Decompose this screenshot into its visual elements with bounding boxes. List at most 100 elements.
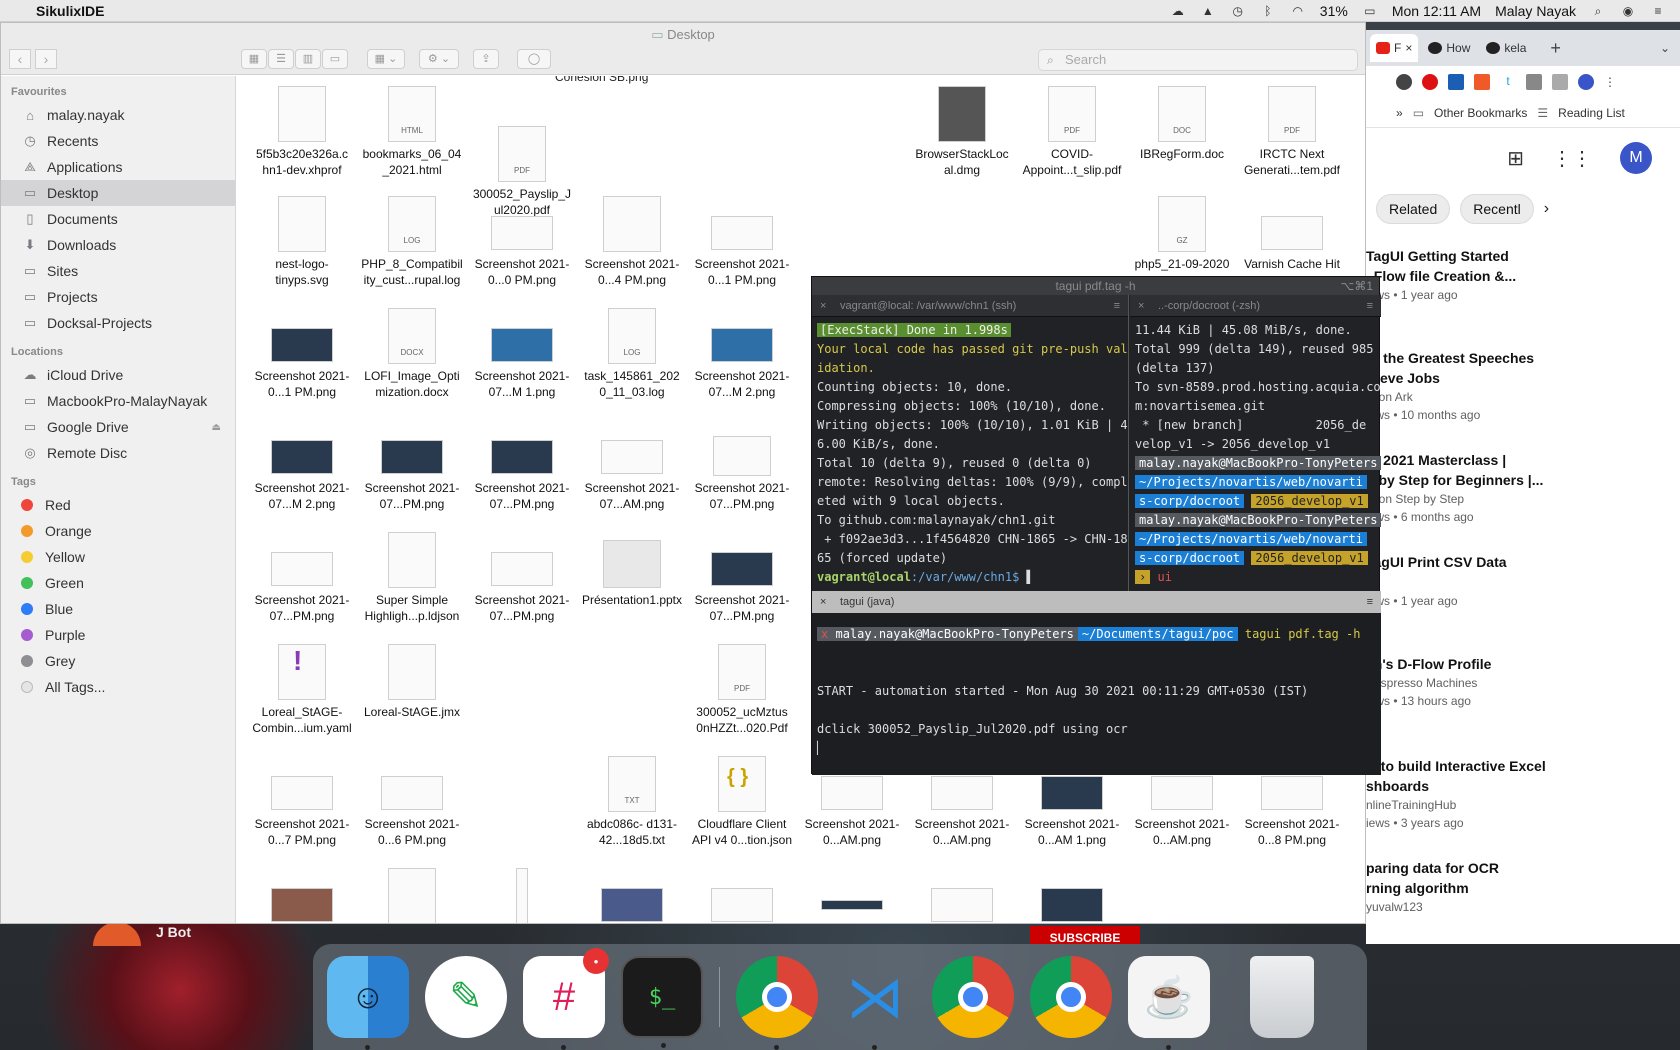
- timer-icon[interactable]: ◷: [1230, 4, 1246, 18]
- file-item[interactable]: GZ php5_21-09-2020: [1127, 196, 1237, 272]
- sidebar-item-docksal-projects[interactable]: ▭ Docksal-Projects: [1, 310, 235, 336]
- file-item[interactable]: DOC IBRegForm.doc: [1127, 86, 1237, 162]
- file-item[interactable]: BrowserStackLoc al.dmg: [907, 86, 1017, 178]
- sidebar-item-icloud[interactable]: ☁ iCloud Drive: [1, 362, 235, 388]
- profile-icon[interactable]: [1578, 74, 1594, 90]
- file-item[interactable]: [577, 868, 687, 923]
- sidebar-item-documents[interactable]: ▯ Documents: [1, 206, 235, 232]
- file-item[interactable]: 5f5b3c20e326a.c hn1-dev.xhprof: [247, 86, 357, 178]
- chip-recent[interactable]: Recentl: [1460, 194, 1534, 224]
- sidebar-tag-yellow[interactable]: Yellow: [1, 544, 235, 570]
- menu-icon[interactable]: ⋮: [1604, 75, 1616, 89]
- queue-icon[interactable]: [1552, 74, 1568, 90]
- file-item[interactable]: HTML bookmarks_06_04 _2021.html: [357, 86, 467, 178]
- action-gear-button[interactable]: ⚙ ⌄: [419, 49, 459, 69]
- sidebar-item-sites[interactable]: ▭ Sites: [1, 258, 235, 284]
- chrome-app-icon[interactable]: [736, 956, 818, 1050]
- file-item[interactable]: [1017, 868, 1127, 923]
- file-item[interactable]: Super Simple Highligh...p.ldjson: [357, 532, 467, 624]
- tab-github-2[interactable]: kela: [1480, 34, 1532, 62]
- forward-button[interactable]: ›: [35, 49, 57, 69]
- file-item[interactable]: Screenshot 2021-07...AM.png: [577, 420, 687, 512]
- file-item[interactable]: Screenshot 2021-07...M 2.png: [247, 420, 357, 512]
- share-button[interactable]: ⇪: [473, 49, 499, 69]
- close-icon[interactable]: ×: [820, 591, 826, 613]
- play-icon[interactable]: [1422, 74, 1438, 90]
- re-icon[interactable]: [1448, 74, 1464, 90]
- file-item[interactable]: PDF IRCTC Next Generati...tem.pdf: [1237, 86, 1347, 178]
- list-item[interactable]: TagUI Print CSV Data iews • 1 year ago: [1366, 552, 1680, 654]
- file-item[interactable]: nest-logo- tinyps.svg: [247, 196, 357, 288]
- drive-icon[interactable]: ▲: [1200, 4, 1216, 18]
- file-item[interactable]: Screenshot 2021-07...PM.png: [687, 532, 797, 624]
- other-bookmarks[interactable]: Other Bookmarks: [1434, 106, 1527, 120]
- sidebar-tag-purple[interactable]: Purple: [1, 622, 235, 648]
- icon-view-button[interactable]: ▦: [241, 49, 267, 69]
- vscode-app-icon[interactable]: ⋊: [834, 956, 916, 1050]
- siri-icon[interactable]: ◉: [1620, 4, 1636, 18]
- file-item[interactable]: [467, 868, 577, 923]
- file-item[interactable]: Screenshot 2021-0...6 PM.png: [357, 756, 467, 848]
- terminal-pane-right[interactable]: × ..-corp/docroot (-zsh) ≡ 11.44 KiB | 45.…: [1130, 295, 1381, 591]
- file-item[interactable]: Screenshot 2021-0...4 PM.png: [577, 196, 687, 288]
- bluetooth-icon[interactable]: ᛒ: [1260, 4, 1276, 18]
- chevron-right-icon[interactable]: ›: [1544, 200, 1549, 218]
- file-item[interactable]: LOG task_145861_202 0_11_03.log: [577, 308, 687, 400]
- active-app-name[interactable]: SikulixIDE: [36, 3, 104, 19]
- close-icon[interactable]: ×: [1405, 41, 1412, 55]
- file-item[interactable]: Varnish Cache Hit: [1237, 196, 1347, 272]
- sidebar-item-projects[interactable]: ▭ Projects: [1, 284, 235, 310]
- pane-menu-icon[interactable]: ≡: [1367, 295, 1373, 317]
- sidebar-item-downloads[interactable]: ⬇ Downloads: [1, 232, 235, 258]
- terminal-pane-bottom[interactable]: × tagui (java) ≡ x malay.nayak@MacBookPro-…: [812, 591, 1381, 775]
- apps-grid-icon[interactable]: ⋮⋮: [1552, 146, 1592, 171]
- terminal-pane-left[interactable]: × vagrant@local: /var/www/chn1 (ssh) ≡ [Ex…: [812, 295, 1129, 591]
- file-item[interactable]: { } Cloudflare Client API v4 0...tion.jso…: [687, 756, 797, 848]
- file-item[interactable]: Screenshot 2021-07...PM.png: [247, 532, 357, 624]
- sidebar-item-macbook[interactable]: ▭ MacbookPro-MalayNayak: [1, 388, 235, 414]
- list-item[interactable]: of the Greatest Speeches Steve Jobs ation …: [1366, 348, 1680, 450]
- sidebar-item-recents[interactable]: ◷ Recents: [1, 128, 235, 154]
- t-icon[interactable]: t: [1500, 74, 1516, 90]
- java-app-icon[interactable]: ☕: [1128, 956, 1210, 1050]
- control-center-icon[interactable]: ≡: [1650, 4, 1666, 18]
- sidebar-tag-grey[interactable]: Grey: [1, 648, 235, 674]
- evernote-app-icon[interactable]: ✎: [425, 956, 507, 1038]
- file-item[interactable]: Loreal-StAGE.jmx: [357, 644, 467, 720]
- pane-menu-icon[interactable]: ≡: [1114, 295, 1120, 317]
- new-tab-icon[interactable]: +: [1550, 38, 1561, 59]
- file-item[interactable]: Screenshot 2021-0...7 PM.png: [247, 756, 357, 848]
- list-item[interactable]: an's D-Flow Profile t Espresso Machines ie…: [1366, 654, 1680, 756]
- user-name[interactable]: Malay Nayak: [1495, 3, 1576, 19]
- file-item[interactable]: [907, 868, 1017, 923]
- subscribe-button[interactable]: SUBSCRIBE: [1030, 926, 1140, 944]
- list-item[interactable]: w to build Interactive Excel shboards nlin…: [1366, 756, 1680, 858]
- list-item[interactable]: paring data for OCR rning algorithm yuvalw…: [1366, 858, 1680, 960]
- creative-cloud-icon[interactable]: ☁: [1170, 4, 1186, 18]
- battery-percent[interactable]: 31%: [1320, 3, 1348, 19]
- wifi-icon[interactable]: ◠: [1290, 4, 1306, 18]
- gallery-view-button[interactable]: ▭: [322, 49, 348, 69]
- sidebar-tag-blue[interactable]: Blue: [1, 596, 235, 622]
- finder-app-icon[interactable]: ☺: [327, 956, 409, 1050]
- sidebar-item-home[interactable]: ⌂ malay.nayak: [1, 102, 235, 128]
- column-view-button[interactable]: ▥: [295, 49, 321, 69]
- file-item[interactable]: Screenshot 2021-07...PM.png: [467, 420, 577, 512]
- chrome-app-icon[interactable]: [932, 956, 1014, 1038]
- file-item[interactable]: Screenshot 2021-0...1 PM.png: [687, 196, 797, 288]
- battery-icon[interactable]: ▭: [1362, 4, 1378, 18]
- slack-app-icon[interactable]: # •: [523, 948, 609, 1050]
- back-button[interactable]: ‹: [9, 49, 31, 69]
- search-input[interactable]: ⌕ Search: [1038, 49, 1358, 71]
- tag-button[interactable]: ◯: [517, 49, 551, 69]
- file-item[interactable]: [357, 868, 467, 923]
- wordpress-icon[interactable]: [1396, 74, 1412, 90]
- git-icon[interactable]: [1474, 74, 1490, 90]
- bookmarks-overflow[interactable]: »: [1396, 106, 1403, 120]
- file-item[interactable]: LOG PHP_8_Compatibil ity_cust...rupal.log: [357, 196, 467, 288]
- sidebar-tag-red[interactable]: Red: [1, 492, 235, 518]
- sidebar-all-tags[interactable]: All Tags...: [1, 674, 235, 700]
- file-item[interactable]: Présentation1.pptx: [577, 532, 687, 608]
- file-item[interactable]: DOCX LOFI_Image_Opti mization.docx: [357, 308, 467, 400]
- tab-youtube[interactable]: F ×: [1370, 34, 1419, 62]
